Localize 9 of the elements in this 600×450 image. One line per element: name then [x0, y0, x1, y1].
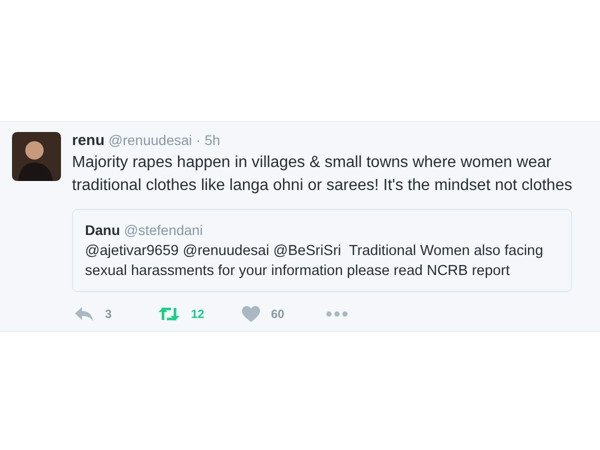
- tweet-text: Majority rapes happen in villages & small towns where women wear traditional clothes like langa ohni or sarees! It's the mindset not clothes: [72, 153, 574, 196]
- quoted-tweet[interactable]: Danu @stefendani @ajetivar9659 @renuudesai @BeSriSri Traditional Women also facing sexual harassments for your information please read NCRB report: [72, 209, 572, 292]
- action-count: 12: [191, 307, 204, 321]
- action-count: 3: [105, 307, 112, 321]
- user-handle: @stefendani: [124, 222, 203, 238]
- user-name[interactable]: renu: [72, 132, 105, 149]
- user-name: Danu: [85, 222, 120, 238]
- action-count: 60: [271, 307, 284, 321]
- quoted-text: @ajetivar9659 @renuudesai @BeSriSri Traditional Women also facing sexual harassments for your information please read NCRB report: [85, 242, 544, 281]
